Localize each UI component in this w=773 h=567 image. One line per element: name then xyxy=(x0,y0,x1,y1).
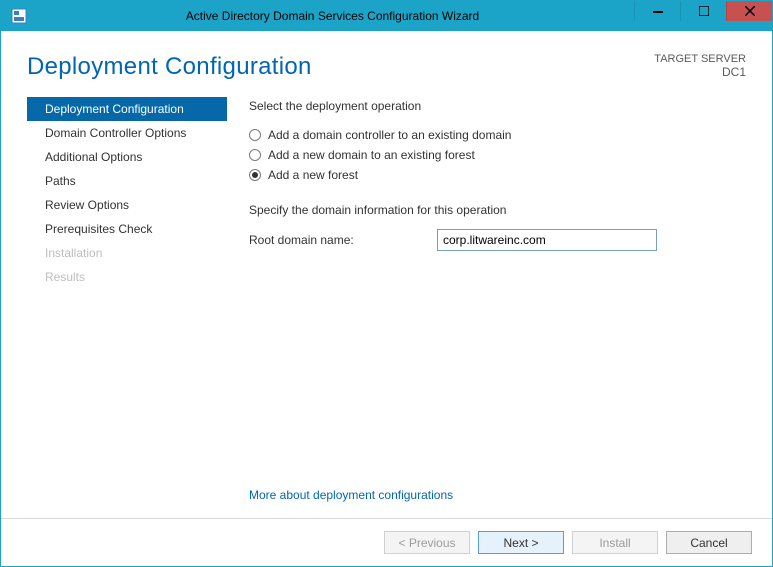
nav-review-options[interactable]: Review Options xyxy=(27,193,227,217)
wizard-buttons: < Previous Next > Install Cancel xyxy=(1,518,772,566)
nav-label: Domain Controller Options xyxy=(45,126,186,140)
install-button: Install xyxy=(572,531,658,554)
root-domain-input[interactable] xyxy=(437,229,657,251)
target-server-label: TARGET SERVER xyxy=(654,53,746,65)
nav-label: Results xyxy=(45,270,85,284)
next-button[interactable]: Next > xyxy=(478,531,564,554)
radio-label: Add a domain controller to an existing d… xyxy=(268,128,511,142)
window-controls xyxy=(634,1,772,31)
radio-add-new-forest[interactable]: Add a new forest xyxy=(249,165,740,185)
nav-label: Installation xyxy=(45,246,102,260)
select-operation-label: Select the deployment operation xyxy=(249,99,740,113)
radio-add-domain-existing-forest[interactable]: Add a new domain to an existing forest xyxy=(249,145,740,165)
specify-domain-label: Specify the domain information for this … xyxy=(249,203,740,217)
radio-icon xyxy=(249,129,261,141)
close-button[interactable] xyxy=(726,1,772,21)
more-about-link[interactable]: More about deployment configurations xyxy=(249,488,453,502)
wizard-header: Deployment Configuration TARGET SERVER D… xyxy=(1,31,772,91)
previous-button: < Previous xyxy=(384,531,470,554)
radio-label: Add a new forest xyxy=(268,168,358,182)
maximize-icon xyxy=(699,6,709,16)
wizard-content: Deployment Configuration Domain Controll… xyxy=(1,91,772,482)
root-domain-label: Root domain name: xyxy=(249,233,437,247)
minimize-icon xyxy=(653,6,663,16)
target-server-name: DC1 xyxy=(654,65,746,79)
wizard-window: Active Directory Domain Services Configu… xyxy=(0,0,773,567)
nav-label: Additional Options xyxy=(45,150,142,164)
nav-domain-controller-options[interactable]: Domain Controller Options xyxy=(27,121,227,145)
cancel-button[interactable]: Cancel xyxy=(666,531,752,554)
wizard-nav: Deployment Configuration Domain Controll… xyxy=(27,91,227,482)
nav-paths[interactable]: Paths xyxy=(27,169,227,193)
nav-installation: Installation xyxy=(27,241,227,265)
root-domain-row: Root domain name: xyxy=(249,229,740,251)
wizard-body: Deployment Configuration TARGET SERVER D… xyxy=(1,31,772,566)
nav-label: Review Options xyxy=(45,198,129,212)
nav-deployment-configuration[interactable]: Deployment Configuration xyxy=(27,97,227,121)
nav-results: Results xyxy=(27,265,227,289)
nav-label: Deployment Configuration xyxy=(45,102,184,116)
close-icon xyxy=(745,6,755,16)
titlebar[interactable]: Active Directory Domain Services Configu… xyxy=(1,1,772,31)
radio-label: Add a new domain to an existing forest xyxy=(268,148,475,162)
wizard-main: Select the deployment operation Add a do… xyxy=(227,91,746,482)
more-link-row: More about deployment configurations xyxy=(1,482,772,518)
nav-label: Prerequisites Check xyxy=(45,222,152,236)
maximize-button[interactable] xyxy=(680,1,726,21)
minimize-button[interactable] xyxy=(634,1,680,21)
radio-icon xyxy=(249,149,261,161)
nav-label: Paths xyxy=(45,174,76,188)
target-server-block: TARGET SERVER DC1 xyxy=(654,53,746,79)
window-title: Active Directory Domain Services Configu… xyxy=(31,9,634,23)
radio-add-dc-existing-domain[interactable]: Add a domain controller to an existing d… xyxy=(249,125,740,145)
radio-icon xyxy=(249,169,261,181)
app-icon xyxy=(7,4,31,28)
nav-prerequisites-check[interactable]: Prerequisites Check xyxy=(27,217,227,241)
page-title: Deployment Configuration xyxy=(27,53,312,81)
nav-additional-options[interactable]: Additional Options xyxy=(27,145,227,169)
